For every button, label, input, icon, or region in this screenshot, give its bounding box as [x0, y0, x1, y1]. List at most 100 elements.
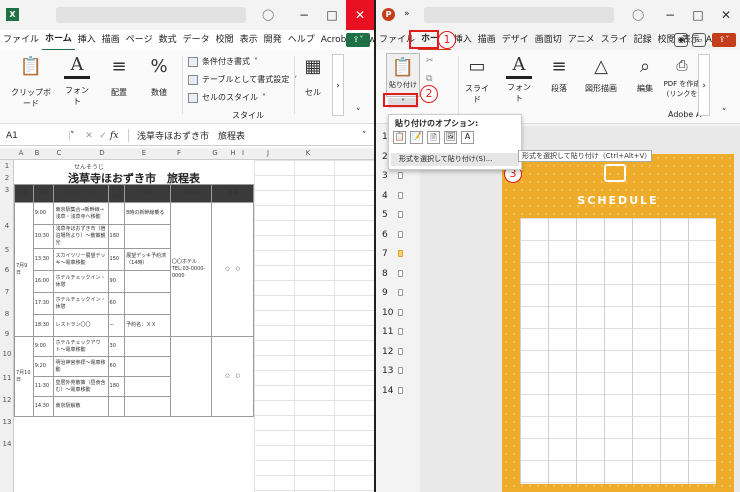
share-button[interactable]: ⇪˅ — [346, 33, 370, 47]
column-header[interactable]: E — [132, 149, 156, 157]
column-header[interactable]: A — [14, 149, 28, 157]
column-header[interactable]: F — [156, 149, 202, 157]
ppt-tab[interactable]: 記録 — [631, 30, 655, 50]
cut-icon[interactable]: ✂ — [426, 56, 434, 66]
row-header[interactable]: 1 — [0, 162, 14, 170]
formula-expand-icon[interactable]: ˅ — [362, 131, 374, 141]
excel-tab[interactable]: ホーム — [42, 29, 75, 51]
row-header[interactable]: 12 — [0, 396, 14, 404]
slide-number[interactable]: 3 — [382, 171, 388, 181]
column-header[interactable]: B — [28, 149, 46, 157]
schedule-table[interactable]: 日付 時間 スケジュール 所要時間 備考 宿泊先 食事 7月9日 9:00 東京駅集合→新幹線→… — [14, 184, 254, 417]
row-header[interactable]: 14 — [0, 440, 14, 448]
column-header[interactable]: I — [238, 149, 248, 157]
slide-schedule-grid[interactable] — [520, 218, 716, 484]
slide-thumb-icon[interactable] — [398, 386, 403, 394]
minimize-button[interactable]: − — [290, 0, 318, 30]
ppt-tab[interactable]: スライ — [598, 30, 631, 50]
excel-tab[interactable]: 描画 — [99, 30, 123, 50]
ribbon-collapse-icon[interactable]: ˅ — [722, 108, 727, 118]
paste-picture-icon[interactable]: 🖼 — [444, 131, 457, 144]
slide-group[interactable]: ▭ スライド — [462, 53, 492, 105]
ppt-tab[interactable]: デザイ — [499, 30, 532, 50]
drawing-group[interactable]: △ 図形描画 — [580, 53, 622, 94]
cancel-icon[interactable]: ✕ — [82, 131, 96, 141]
formula-input[interactable]: 浅草寺ほおずき市 旅程表 — [128, 129, 362, 142]
share-button[interactable]: ⇪˅ — [712, 33, 736, 47]
excel-tab[interactable]: データ — [180, 30, 213, 50]
row-header[interactable]: 13 — [0, 418, 14, 426]
record-button[interactable]: ◉ — [674, 33, 688, 47]
slide-number[interactable]: 8 — [382, 269, 388, 279]
excel-tab[interactable]: 開発 — [261, 30, 285, 50]
slide-thumb-icon[interactable] — [398, 172, 403, 179]
slide-number[interactable]: 10 — [382, 308, 393, 318]
slide-number[interactable]: 5 — [382, 210, 388, 220]
slide-number[interactable]: 7 — [382, 249, 388, 259]
align-group[interactable]: ≡ 配置 — [104, 53, 134, 98]
row-header[interactable]: 6 — [0, 266, 14, 274]
slide-number[interactable]: 14 — [382, 386, 393, 396]
column-header[interactable]: C — [46, 149, 72, 157]
slide-thumb-icon[interactable] — [398, 211, 403, 218]
lightbulb-icon[interactable]: ◯ — [262, 8, 274, 21]
slide-thumb-icon[interactable] — [398, 250, 403, 257]
copy-icon[interactable]: ⧉ — [426, 74, 432, 84]
excel-tab[interactable]: 挿入 — [75, 30, 99, 50]
row-header[interactable]: 9 — [0, 330, 14, 338]
schedule-slide[interactable]: SCHEDULE — [502, 154, 734, 492]
cell-group[interactable]: ▦ セル — [300, 53, 326, 98]
paste-embed-icon[interactable]: 🗎 — [427, 131, 440, 144]
slide-thumb-icon[interactable] — [398, 289, 403, 296]
slide-thumb-icon[interactable] — [398, 230, 403, 238]
edit-group[interactable]: ⌕ 編集 — [630, 53, 660, 94]
table-row[interactable]: 7月10日 9:00 ホテルチェックアウト〜電車移動 30 ○ ○ — [14, 336, 254, 417]
row-header[interactable]: 11 — [0, 374, 14, 382]
table-row[interactable]: 7月9日 9:00 東京駅集合→新幹線→浅草・浅草寺へ移動 8時の新幹線乗る 〇〇ホテル… — [14, 202, 254, 337]
slide-number[interactable]: 12 — [382, 347, 393, 357]
slide-canvas[interactable]: SCHEDULE — [420, 126, 740, 492]
slide-number[interactable]: 2 — [382, 152, 388, 162]
maximize-button[interactable]: □ — [318, 0, 346, 30]
slide-number[interactable]: 4 — [382, 191, 388, 201]
excel-tab[interactable]: 表示 — [237, 30, 261, 50]
column-header[interactable]: K — [288, 149, 328, 157]
row-header[interactable]: 2 — [0, 174, 14, 182]
slide-thumb-icon[interactable] — [398, 328, 403, 335]
close-button[interactable]: ✕ — [712, 0, 740, 30]
excel-tab[interactable]: ページ — [123, 30, 156, 50]
slide-thumb-icon[interactable] — [398, 308, 403, 316]
paste-destination-icon[interactable]: 📝 — [410, 131, 423, 144]
slide-thumb-icon[interactable] — [398, 347, 403, 355]
conditional-format-button[interactable]: 条件付き書式 ˅ — [188, 56, 258, 67]
paste-button[interactable]: 📋 貼り付け — [386, 53, 420, 97]
slide-thumb-icon[interactable] — [398, 367, 403, 374]
ppt-tab[interactable]: 描画 — [475, 30, 499, 50]
row-header[interactable]: 10 — [0, 350, 14, 358]
column-header[interactable]: D — [72, 149, 132, 157]
paste-special-item[interactable]: 形式を選択して貼り付け(S)... — [391, 153, 519, 166]
name-box-dropdown-icon[interactable]: ˅ — [70, 131, 82, 141]
lightbulb-icon[interactable]: ◯ — [632, 8, 644, 21]
schedule-sheet[interactable]: せんそうじ 浅草寺ほおずき市 旅程表 日付 時間 スケジュール 所要時間 備考 宿泊先 食事… — [14, 160, 254, 492]
close-button[interactable]: ✕ — [346, 0, 374, 30]
fx-icon[interactable]: fx — [110, 131, 128, 141]
more-chevron-icon[interactable]: » — [404, 9, 410, 19]
present-button[interactable]: ▭ — [692, 33, 706, 47]
ribbon-collapse-icon[interactable]: ˅ — [356, 108, 361, 118]
excel-tab[interactable]: 数式 — [156, 30, 180, 50]
ribbon-more-button[interactable]: › — [332, 54, 344, 116]
column-header[interactable]: G — [202, 149, 228, 157]
ppt-tab[interactable]: 画面切 — [532, 30, 565, 50]
ribbon-more-button[interactable]: › — [698, 54, 710, 116]
row-header[interactable]: 7 — [0, 288, 14, 296]
cell-style-button[interactable]: セルのスタイル ˅ — [188, 92, 266, 103]
ppt-tab[interactable]: アニメ — [565, 30, 598, 50]
number-group[interactable]: % 数値 — [144, 53, 174, 98]
row-header[interactable]: 8 — [0, 310, 14, 318]
paste-keep-source-icon[interactable]: 📋 — [393, 131, 406, 144]
row-header[interactable]: 3 — [0, 186, 14, 194]
column-header[interactable]: J — [248, 149, 288, 157]
slide-thumb-icon[interactable] — [398, 269, 403, 277]
row-header[interactable]: 5 — [0, 246, 14, 254]
